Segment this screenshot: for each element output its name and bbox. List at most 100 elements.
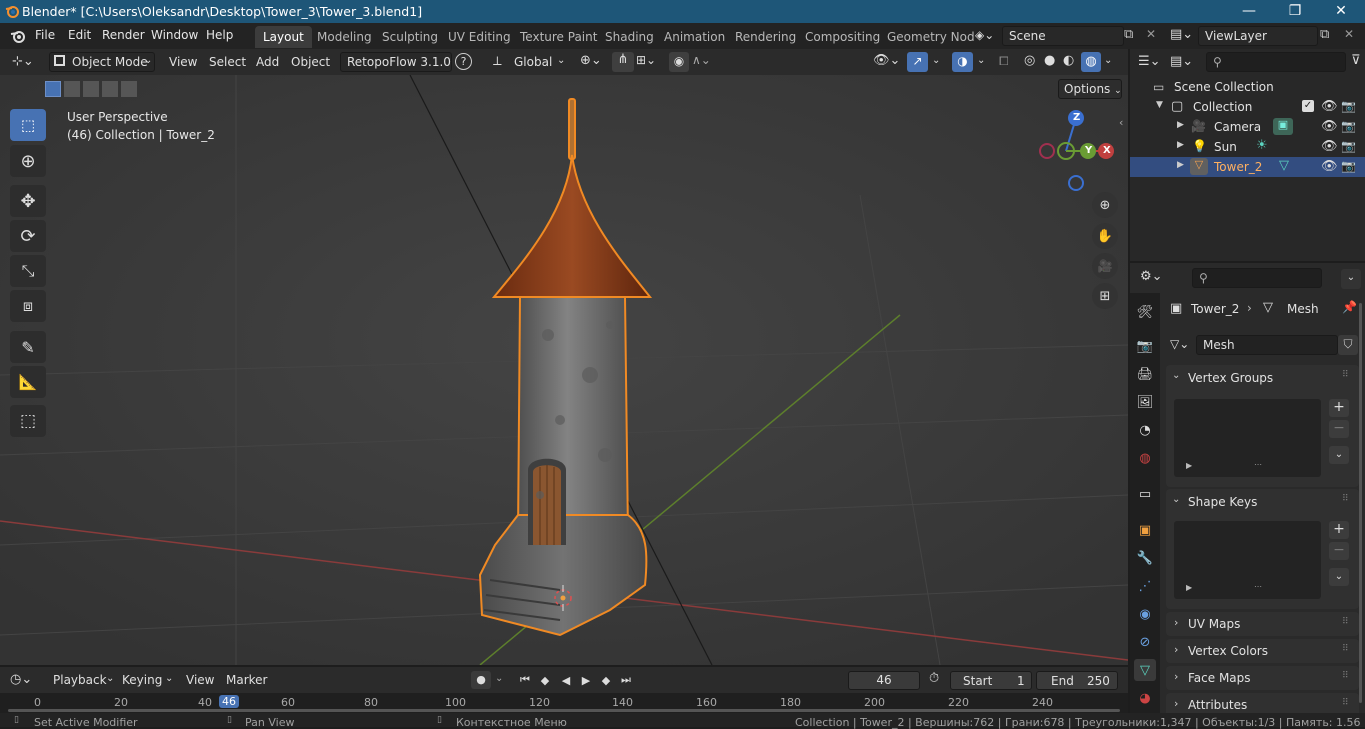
next-keyframe-icon[interactable]: ◆ [597,672,615,688]
menu-marker[interactable]: Marker [226,673,267,687]
vertex-group-specials-button[interactable]: ⌄ [1329,446,1349,464]
tab-mesh-data-icon[interactable]: ▽ [1134,659,1156,681]
tab-object-icon[interactable]: ▣ [1134,519,1156,541]
menu-window[interactable]: Window [151,28,198,42]
menu-timeline-view[interactable]: View [186,673,214,687]
shape-keys-header[interactable]: Shape Keys [1188,495,1257,509]
chevron-down-icon[interactable]: ⌄ [1341,269,1361,289]
tab-particles-icon[interactable]: ⋰ [1134,575,1156,597]
expand-arrow-icon[interactable]: ▶ [1186,583,1192,592]
select-intersect-icon[interactable] [121,81,137,97]
current-frame-field[interactable]: 46 [848,671,920,690]
drag-handle-icon[interactable]: ⠿ [1342,617,1349,627]
menu-help[interactable]: Help [206,28,233,42]
editor-type-icon[interactable]: ⊹⌄ [12,54,34,69]
tab-output-icon[interactable]: 🖨 [1134,363,1156,385]
xray-toggle-icon[interactable]: ⧠ [999,54,1009,69]
tab-compositing[interactable]: Compositing [797,26,888,48]
expand-arrow-icon[interactable]: ▶ [1177,120,1184,130]
tab-constraints-icon[interactable]: ⊘ [1134,631,1156,653]
tab-modeling[interactable]: Modeling [309,26,380,48]
outliner-collection[interactable]: ▼ ▢ Collection ✓ 👁 📷 [1130,97,1365,117]
outliner-scene-collection[interactable]: ▭ Scene Collection [1130,77,1365,97]
chevron-down-icon[interactable]: ⌄ [932,55,940,66]
snap-toggle-icon[interactable]: ⋔ [612,52,634,72]
timeline-editor-icon[interactable]: ◷⌄ [10,672,32,687]
move-tool[interactable]: ✥ [10,185,46,217]
add-vertex-group-button[interactable]: + [1329,399,1349,417]
eye-visibility-icon[interactable]: 👁 [1321,139,1338,154]
view-layer-name-field[interactable]: ViewLayer [1198,26,1318,46]
new-scene-icon[interactable]: ⧉ [1124,27,1133,42]
filter-icon[interactable]: ⊽ [1351,53,1361,68]
menu-file[interactable]: File [35,28,55,42]
remove-vertex-group-button[interactable]: − [1329,420,1349,438]
tab-material-icon[interactable]: ◕ [1134,687,1156,709]
uv-maps-panel[interactable]: › UV Maps ⠿ [1166,612,1359,636]
outliner-item-tower[interactable]: ▶ ▽ Tower_2 ▽ 👁 📷 [1130,157,1365,177]
tab-scene-icon[interactable]: ◔ [1134,419,1156,441]
tab-physics-icon[interactable]: ◉ [1134,603,1156,625]
3d-viewport[interactable]: User Perspective (46) Collection | Tower… [0,75,1128,665]
menu-keying[interactable]: Keying [122,673,162,687]
pan-button[interactable]: ✋ [1092,223,1118,249]
timeline-ruler[interactable]: 0 20 40 46 60 80 100 120 140 160 180 200… [0,693,1128,713]
eye-visibility-icon[interactable]: 👁 [1321,99,1338,114]
fake-user-shield-icon[interactable]: ⛉ [1338,335,1358,355]
eye-visibility-icon[interactable]: 👁 [1321,119,1338,134]
overlays-toggle-icon[interactable]: ◑ [952,52,973,72]
properties-editor-icon[interactable]: ⚙⌄ [1140,269,1163,284]
menu-view[interactable]: View [169,55,197,69]
drag-handle-icon[interactable]: ⠿ [1342,698,1349,708]
ortho-toggle-button[interactable]: ⊞ [1092,283,1118,309]
vertex-groups-list[interactable]: ▶ ⋯ [1174,399,1321,477]
play-reverse-icon[interactable]: ◀ [557,672,575,688]
minimize-button[interactable]: — [1226,0,1272,23]
material-preview-icon[interactable]: ◐ [1063,53,1074,68]
measure-tool[interactable]: 📐 [10,366,46,398]
chevron-down-icon[interactable]: ⌄ [1172,370,1180,381]
select-extend-icon[interactable] [64,81,80,97]
jump-start-icon[interactable]: ⏮ [516,672,534,688]
delete-view-layer-icon[interactable]: ✕ [1344,27,1354,41]
orientation-global-dropdown[interactable]: Global [514,55,552,69]
menu-render[interactable]: Render [102,28,145,42]
add-cube-tool[interactable]: ⬚ [10,405,46,437]
delete-scene-icon[interactable]: ✕ [1146,27,1156,41]
render-camera-icon[interactable]: 📷 [1341,99,1356,113]
properties-search-input[interactable]: ⚲ [1192,268,1322,288]
end-frame-field[interactable]: End 250 [1036,671,1118,690]
pin-icon[interactable]: 📌 [1342,300,1357,314]
mesh-datablock-icon[interactable]: ▽⌄ [1170,337,1189,351]
prev-keyframe-icon[interactable]: ◆ [536,672,554,688]
help-icon[interactable]: ? [455,53,472,70]
transform-tool[interactable]: ⧈ [10,290,46,322]
wireframe-shading-icon[interactable]: ◎ [1024,53,1035,68]
outliner-search-input[interactable]: ⚲ [1206,52,1346,72]
drag-handle-icon[interactable]: ⠿ [1342,370,1349,380]
sidebar-toggle-icon[interactable]: ‹ [1119,116,1123,129]
shape-keys-list[interactable]: ▶ ⋯ [1174,521,1321,599]
gizmos-toggle-icon[interactable]: ↗ [907,52,928,72]
expand-arrow-icon[interactable]: ▶ [1177,160,1184,170]
rendered-shading-icon[interactable]: ◍ [1081,52,1101,72]
rotate-tool[interactable]: ⟳ [10,220,46,252]
blender-menu-icon[interactable] [10,28,26,44]
camera-view-button[interactable]: 🎥 [1092,253,1118,279]
cursor-tool[interactable]: ⊕ [10,145,46,177]
close-window-button[interactable]: ✕ [1318,0,1364,23]
eye-visibility-icon[interactable]: 👁 [1321,159,1338,174]
tab-sculpting[interactable]: Sculpting [374,26,446,48]
tab-shading[interactable]: Shading [597,26,662,48]
vertex-groups-header[interactable]: Vertex Groups [1188,371,1273,385]
outliner-item-sun[interactable]: ▶ 💡 Sun ☀ 👁 📷 [1130,137,1365,157]
menu-object[interactable]: Object [291,55,330,69]
drag-handle-icon[interactable]: ⠿ [1342,494,1349,504]
menu-add[interactable]: Add [256,55,279,69]
add-shape-key-button[interactable]: + [1329,521,1349,539]
chevron-down-icon[interactable]: ⌄ [1172,494,1180,505]
resize-grip-icon[interactable]: ⋯ [1254,582,1262,591]
properties-scrollbar[interactable] [1359,303,1362,703]
scale-tool[interactable]: ⤡ [10,255,46,287]
options-dropdown[interactable]: Options ⌄ [1058,79,1122,99]
